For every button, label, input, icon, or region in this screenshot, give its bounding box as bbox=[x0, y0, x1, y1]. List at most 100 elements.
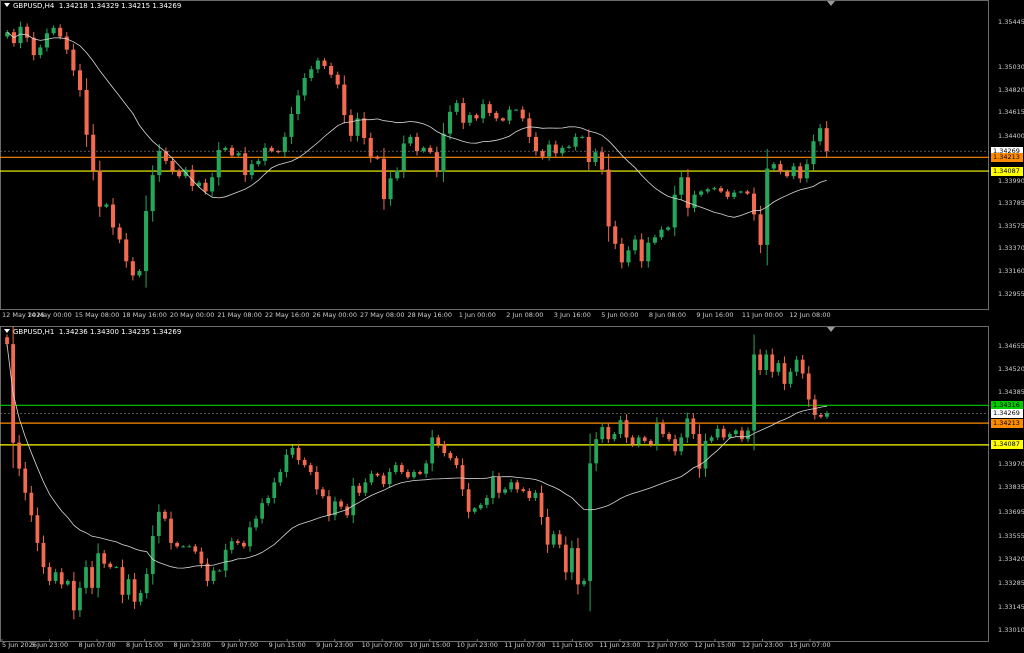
candle[interactable] bbox=[612, 431, 617, 442]
candle[interactable] bbox=[223, 543, 228, 578]
candle[interactable] bbox=[666, 226, 671, 232]
candle[interactable] bbox=[557, 529, 562, 549]
candle[interactable] bbox=[424, 460, 428, 478]
candle[interactable] bbox=[126, 574, 131, 600]
candle[interactable] bbox=[484, 495, 489, 509]
candle[interactable] bbox=[23, 461, 28, 501]
candle[interactable] bbox=[626, 246, 631, 267]
candle[interactable] bbox=[454, 99, 459, 115]
candle[interactable] bbox=[272, 477, 277, 504]
candle[interactable] bbox=[193, 544, 198, 554]
candle[interactable] bbox=[150, 525, 155, 585]
candle[interactable] bbox=[586, 129, 591, 170]
candle[interactable] bbox=[132, 573, 137, 609]
candle[interactable] bbox=[90, 560, 94, 595]
candle[interactable] bbox=[699, 189, 704, 197]
candle[interactable] bbox=[345, 503, 350, 518]
candle[interactable] bbox=[130, 257, 135, 281]
candle[interactable] bbox=[249, 159, 254, 180]
candle[interactable] bbox=[260, 498, 265, 524]
candle[interactable] bbox=[412, 469, 416, 480]
candle[interactable] bbox=[163, 509, 167, 522]
candle[interactable] bbox=[594, 432, 599, 472]
candle[interactable] bbox=[124, 232, 129, 268]
candle[interactable] bbox=[203, 178, 208, 195]
candle[interactable] bbox=[746, 427, 750, 443]
candle[interactable] bbox=[646, 237, 651, 268]
candle[interactable] bbox=[381, 472, 386, 488]
candle[interactable] bbox=[29, 485, 34, 522]
candle[interactable] bbox=[430, 429, 435, 472]
candle[interactable] bbox=[59, 568, 64, 589]
candle[interactable] bbox=[428, 145, 433, 154]
candle[interactable] bbox=[144, 568, 149, 599]
candle[interactable] bbox=[235, 539, 240, 545]
candle[interactable] bbox=[278, 468, 283, 486]
candle[interactable] bbox=[156, 504, 161, 544]
candle[interactable] bbox=[467, 112, 472, 127]
candle[interactable] bbox=[576, 537, 580, 595]
candle[interactable] bbox=[661, 419, 665, 438]
candle[interactable] bbox=[217, 569, 222, 572]
candle[interactable] bbox=[248, 521, 252, 552]
candle[interactable] bbox=[466, 482, 471, 519]
candle[interactable] bbox=[64, 32, 69, 54]
candle[interactable] bbox=[408, 134, 413, 147]
candle[interactable] bbox=[187, 544, 192, 548]
candle[interactable] bbox=[509, 479, 514, 493]
candle[interactable] bbox=[401, 135, 406, 179]
candle[interactable] bbox=[588, 433, 592, 612]
candle[interactable] bbox=[329, 62, 334, 78]
candle[interactable] bbox=[210, 172, 215, 197]
candle[interactable] bbox=[150, 165, 155, 222]
candle[interactable] bbox=[282, 132, 287, 157]
candle[interactable] bbox=[137, 269, 142, 278]
candle[interactable] bbox=[47, 562, 52, 586]
candle[interactable] bbox=[618, 415, 623, 438]
candle[interactable] bbox=[679, 433, 684, 456]
candle[interactable] bbox=[580, 135, 585, 139]
candle[interactable] bbox=[362, 112, 367, 145]
candle[interactable] bbox=[804, 159, 809, 183]
candle[interactable] bbox=[472, 506, 477, 514]
candle[interactable] bbox=[296, 90, 301, 121]
candle[interactable] bbox=[725, 189, 730, 200]
candle[interactable] bbox=[697, 424, 702, 478]
candle[interactable] bbox=[406, 469, 410, 480]
bottom-chart-canvas[interactable] bbox=[0, 326, 990, 642]
candle[interactable] bbox=[399, 462, 404, 475]
candle[interactable] bbox=[540, 149, 545, 160]
candle[interactable] bbox=[302, 457, 307, 468]
candle[interactable] bbox=[38, 44, 43, 59]
candle[interactable] bbox=[569, 540, 574, 580]
candle[interactable] bbox=[447, 105, 453, 140]
candle[interactable] bbox=[276, 149, 281, 154]
candle[interactable] bbox=[84, 78, 89, 147]
candle[interactable] bbox=[11, 326, 15, 469]
candle[interactable] bbox=[114, 565, 119, 569]
candle[interactable] bbox=[333, 496, 337, 521]
candle[interactable] bbox=[758, 349, 763, 376]
candle[interactable] bbox=[97, 160, 102, 217]
candle[interactable] bbox=[560, 145, 565, 157]
candle[interactable] bbox=[487, 101, 492, 117]
candle[interactable] bbox=[491, 470, 495, 505]
candle[interactable] bbox=[791, 162, 796, 180]
candle[interactable] bbox=[102, 549, 107, 568]
candle[interactable] bbox=[369, 470, 374, 486]
candle[interactable] bbox=[229, 145, 235, 159]
candle[interactable] bbox=[533, 490, 538, 501]
candle[interactable] bbox=[351, 477, 356, 524]
candle[interactable] bbox=[692, 190, 697, 213]
candle[interactable] bbox=[357, 482, 362, 497]
candle[interactable] bbox=[721, 425, 726, 441]
candle[interactable] bbox=[606, 153, 611, 242]
candle[interactable] bbox=[679, 171, 684, 201]
candle[interactable] bbox=[77, 63, 83, 97]
candle[interactable] bbox=[342, 75, 347, 124]
top-chart-canvas[interactable] bbox=[0, 0, 990, 310]
candle[interactable] bbox=[448, 450, 453, 461]
candle[interactable] bbox=[709, 435, 714, 443]
candle[interactable] bbox=[17, 435, 22, 477]
candle[interactable] bbox=[442, 440, 447, 457]
